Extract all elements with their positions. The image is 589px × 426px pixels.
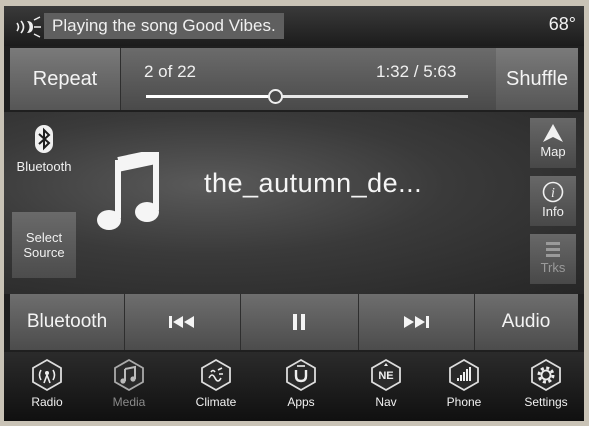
next-track-icon: [404, 315, 429, 328]
climate-icon: [201, 358, 231, 392]
infotainment-screen: Playing the song Good Vibes. 68° Repeat …: [4, 6, 584, 421]
bluetooth-icon: [35, 125, 53, 153]
radio-icon: [32, 358, 62, 392]
nav-compass-icon: NE: [371, 358, 401, 392]
bluetooth-source-button[interactable]: Bluetooth: [10, 294, 124, 350]
settings-gear-icon: [531, 358, 561, 392]
outside-temperature: 68°: [548, 14, 576, 34]
voice-command-icon: [16, 16, 41, 38]
apps-icon: [286, 358, 316, 392]
shuffle-button[interactable]: Shuffle: [496, 48, 578, 110]
pause-button[interactable]: [240, 294, 358, 350]
nav-radio[interactable]: Radio: [12, 358, 82, 409]
map-label: Map: [540, 144, 566, 159]
nav-label: Radio: [31, 395, 63, 409]
svg-text:i: i: [551, 186, 555, 201]
nav-settings[interactable]: Settings: [511, 358, 581, 409]
compass-heading: NE: [378, 370, 393, 382]
progress-knob[interactable]: [267, 89, 283, 104]
tracks-label: Trks: [540, 260, 566, 275]
repeat-button[interactable]: Repeat: [10, 48, 120, 110]
track-list-icon: [546, 242, 560, 257]
tracks-button[interactable]: Trks: [530, 234, 576, 284]
nav-apps[interactable]: Apps: [266, 358, 336, 409]
pause-icon: [293, 313, 305, 330]
next-track-button[interactable]: [358, 294, 474, 350]
info-label: Info: [542, 204, 564, 219]
track-position: 2 of 22: [144, 62, 196, 81]
map-button[interactable]: Map: [530, 118, 576, 168]
nav-label: Climate: [195, 395, 237, 409]
map-arrow-icon: [543, 124, 563, 142]
progress-bar[interactable]: [146, 89, 468, 104]
nav-media[interactable]: Media: [94, 358, 164, 409]
previous-track-button[interactable]: [124, 294, 240, 350]
nav-label: Nav: [375, 395, 397, 409]
nav-label: Phone: [446, 395, 482, 409]
select-source-label-line1: Select: [25, 230, 63, 245]
bottom-navigation: Radio Media Climate Apps NE Nav Phone Se…: [4, 352, 584, 421]
nav-label: Settings: [524, 395, 568, 409]
phone-icon: [449, 358, 479, 392]
nav-label: Media: [112, 395, 146, 409]
status-bar: Playing the song Good Vibes. 68°: [4, 6, 584, 46]
previous-track-icon: [169, 315, 194, 328]
bluetooth-label: Bluetooth: [16, 159, 72, 174]
audio-settings-button[interactable]: Audio: [474, 294, 578, 350]
nav-label: Apps: [287, 395, 315, 409]
bluetooth-indicator: Bluetooth: [12, 124, 76, 176]
info-icon: i: [542, 181, 564, 203]
status-message: Playing the song Good Vibes.: [44, 13, 284, 39]
nav-climate[interactable]: Climate: [181, 358, 251, 409]
info-button[interactable]: i Info: [530, 176, 576, 226]
select-source-label-line2: Source: [23, 245, 65, 260]
playback-info-bar: Repeat 2 of 22 1:32 / 5:63 Shuffle: [10, 48, 578, 110]
transport-controls: Bluetooth Audio: [10, 294, 578, 350]
nav-navigation[interactable]: NE Nav: [351, 358, 421, 409]
now-playing-panel: Bluetooth Select Source the_autumn_de...…: [4, 112, 584, 294]
select-source-button[interactable]: Select Source: [12, 212, 76, 278]
music-note-icon: [97, 152, 159, 230]
nav-phone[interactable]: Phone: [429, 358, 499, 409]
elapsed-total-time: 1:32 / 5:63: [376, 62, 457, 81]
media-icon: [114, 358, 144, 392]
progress-fill: [146, 95, 275, 98]
divider: [120, 48, 121, 110]
song-title: the_autumn_de...: [204, 168, 423, 198]
